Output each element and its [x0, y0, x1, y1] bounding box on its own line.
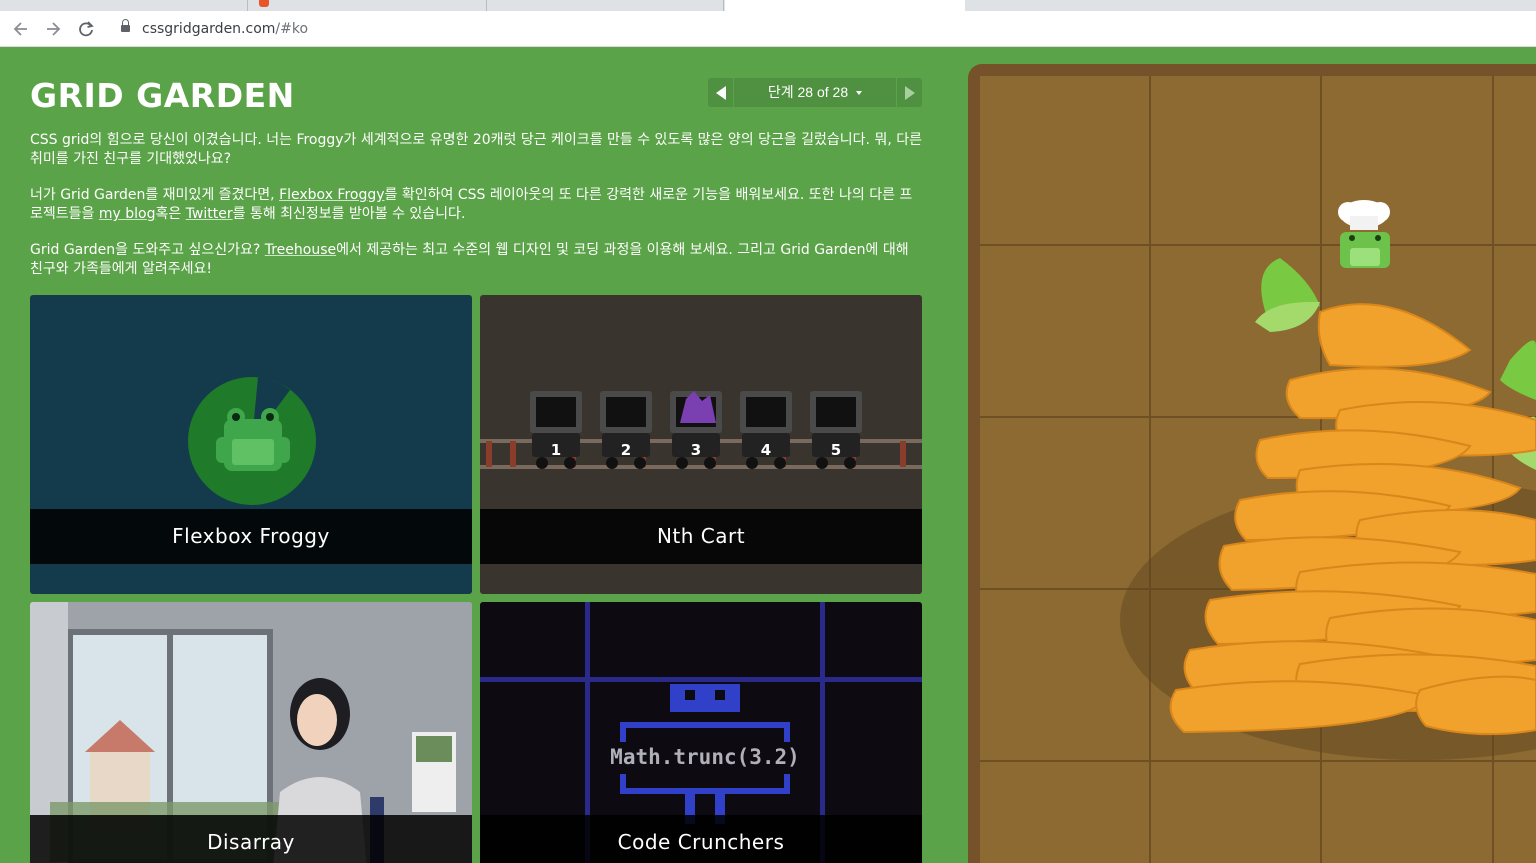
reload-icon[interactable] [75, 18, 97, 40]
page-title: GRID GARDEN [30, 76, 295, 115]
url-path: /#ko [275, 21, 309, 37]
browser-tab[interactable] [488, 0, 724, 11]
card-label: Flexbox Froggy [30, 509, 472, 564]
treehouse-link[interactable]: Treehouse [265, 242, 336, 258]
flexbox-froggy-link[interactable]: Flexbox Froggy [279, 187, 384, 203]
code-snippet: Math.trunc(3.2) [610, 745, 800, 769]
cart-number: 4 [761, 441, 771, 459]
text-span: Grid Garden을 도와주고 싶으신가요? [30, 242, 265, 258]
grid-line [980, 760, 1536, 762]
left-triangle-icon [716, 86, 726, 100]
cart-number: 1 [551, 441, 561, 459]
lock-icon [121, 19, 130, 33]
twitter-link[interactable]: Twitter [186, 206, 233, 222]
browser-tab[interactable] [0, 0, 248, 11]
text-span: 혹은 [155, 206, 186, 222]
tab-favicon-icon [259, 0, 269, 7]
grid-line [1149, 76, 1151, 863]
cart-number: 2 [621, 441, 631, 459]
back-arrow-icon[interactable] [10, 18, 32, 40]
browser-tab[interactable] [249, 0, 487, 11]
caret-down-icon [856, 91, 863, 96]
card-label: Nth Cart [480, 509, 922, 564]
nth-cart-card[interactable]: 1 2 3 4 5 Nth Cart [480, 295, 922, 594]
text-span: 너가 Grid Garden를 재미있게 즐겼다면, [30, 187, 280, 203]
grid-line [980, 416, 1536, 418]
url-host: cssgridgarden.com [142, 21, 276, 37]
intro-paragraph-3: Grid Garden을 도와주고 싶으신가요? Treehouse에서 제공하… [30, 241, 922, 279]
address-bar[interactable]: cssgridgarden.com/#ko [142, 21, 308, 37]
cart-number: 3 [691, 441, 701, 459]
my-blog-link[interactable]: my blog [99, 206, 156, 222]
code-crunchers-card[interactable]: Math.trunc(3.2) Code Crunchers [480, 602, 922, 863]
instructions-pane: GRID GARDEN 단계 28 of 28 CSS grid의 힘으로 당신… [30, 48, 922, 863]
text-span: 를 통해 최신정보를 받아볼 수 있습니다. [232, 206, 466, 222]
level-next-button[interactable] [896, 78, 922, 107]
level-prev-button[interactable] [708, 78, 734, 107]
right-triangle-icon [905, 86, 915, 100]
forward-arrow-icon[interactable] [42, 18, 64, 40]
level-label: 단계 28 of 28 [767, 84, 849, 100]
intro-paragraph-2: 너가 Grid Garden를 재미있게 즐겼다면, Flexbox Frogg… [30, 186, 922, 224]
card-label: Code Crunchers [480, 815, 922, 863]
cart-number: 5 [831, 441, 841, 459]
garden-board [980, 76, 1536, 863]
level-indicator[interactable]: 단계 28 of 28 [734, 78, 896, 107]
intro-paragraph-1: CSS grid의 힘으로 당신이 이겼습니다. 너는 Froggy가 세계적으… [30, 132, 923, 167]
grid-line [980, 244, 1536, 246]
browser-tab-strip [0, 0, 1536, 11]
browser-toolbar: cssgridgarden.com/#ko [0, 11, 1536, 47]
flexbox-froggy-card[interactable]: Flexbox Froggy [30, 295, 472, 594]
grid-line [1320, 76, 1322, 863]
grid-line [1492, 76, 1494, 863]
disarray-card[interactable]: Disarray [30, 602, 472, 863]
grid-line [980, 588, 1536, 590]
level-selector: 단계 28 of 28 [708, 78, 922, 107]
browser-tab-active[interactable] [725, 0, 965, 11]
card-label: Disarray [30, 815, 472, 863]
